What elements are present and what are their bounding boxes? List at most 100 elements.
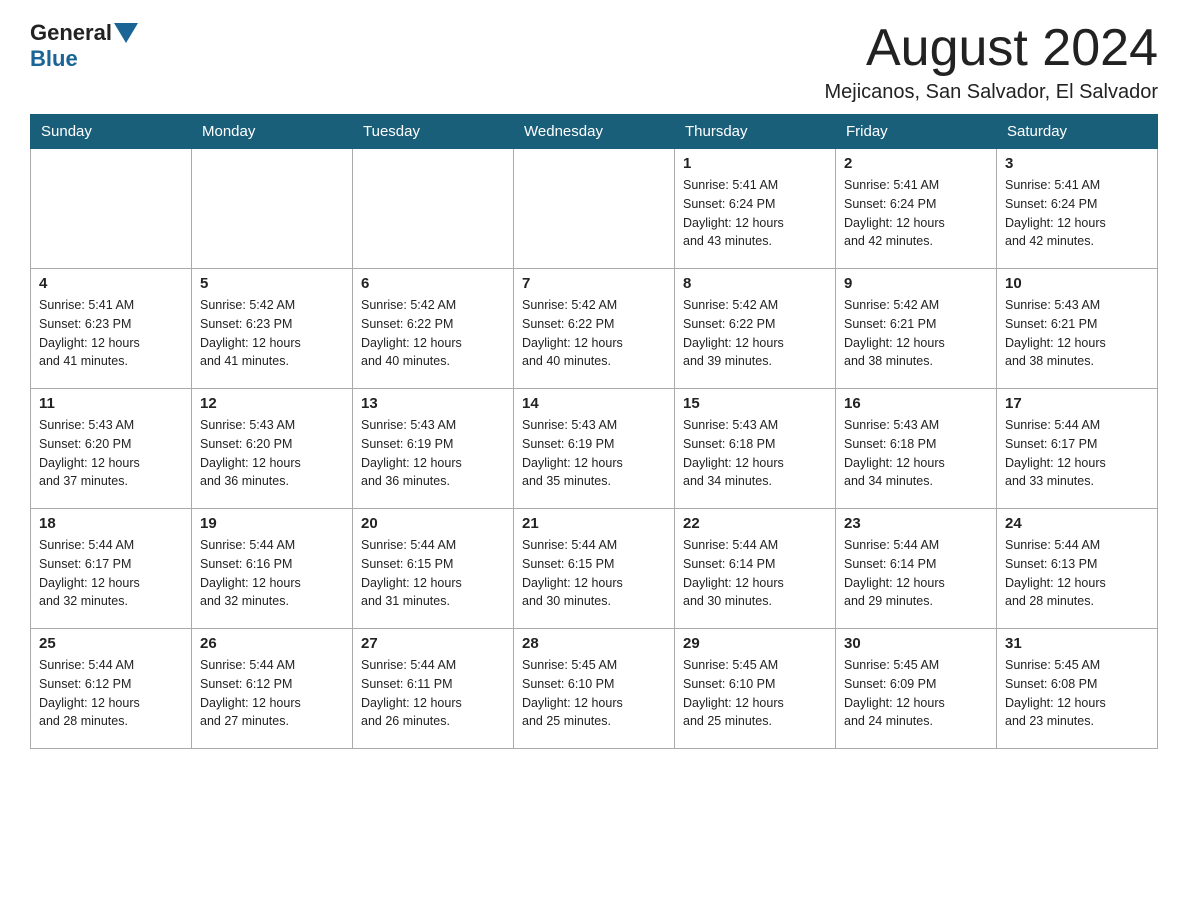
calendar-header-wednesday: Wednesday — [514, 115, 675, 149]
calendar-cell: 13 Sunrise: 5:43 AMSunset: 6:19 PMDayligh… — [353, 389, 514, 509]
day-info: Sunrise: 5:43 AMSunset: 6:18 PMDaylight:… — [844, 416, 988, 491]
calendar-cell: 16Sunrise: 5:43 AMSunset: 6:18 PMDayligh… — [836, 389, 997, 509]
calendar-cell: 26 Sunrise: 5:44 AMSunset: 6:12 PMDayligh… — [192, 629, 353, 749]
calendar-cell: 27 Sunrise: 5:44 AMSunset: 6:11 PMDayligh… — [353, 629, 514, 749]
calendar-cell: 3 Sunrise: 5:41 AMSunset: 6:24 PMDaylight… — [997, 149, 1158, 269]
day-number: 28 — [522, 635, 666, 652]
calendar-cell: 4 Sunrise: 5:41 AMSunset: 6:23 PMDaylight… — [31, 269, 192, 389]
day-info: Sunrise: 5:42 AMSunset: 6:23 PMDaylight:… — [200, 296, 344, 371]
page-subtitle: Mejicanos, San Salvador, El Salvador — [824, 81, 1158, 104]
day-number: 12 — [200, 395, 344, 412]
calendar-cell — [192, 149, 353, 269]
calendar-week-row: 25 Sunrise: 5:44 AMSunset: 6:12 PMDayligh… — [31, 629, 1158, 749]
day-number: 4 — [39, 275, 183, 292]
calendar-week-row: 11Sunrise: 5:43 AMSunset: 6:20 PMDayligh… — [31, 389, 1158, 509]
day-info: Sunrise: 5:43 AMSunset: 6:20 PMDaylight:… — [39, 416, 183, 491]
calendar-cell: 8Sunrise: 5:42 AMSunset: 6:22 PMDaylight… — [675, 269, 836, 389]
calendar-cell: 20Sunrise: 5:44 AMSunset: 6:15 PMDayligh… — [353, 509, 514, 629]
calendar-cell: 18 Sunrise: 5:44 AMSunset: 6:17 PMDayligh… — [31, 509, 192, 629]
calendar-header-monday: Monday — [192, 115, 353, 149]
calendar-header-friday: Friday — [836, 115, 997, 149]
calendar-header-saturday: Saturday — [997, 115, 1158, 149]
calendar-cell: 28 Sunrise: 5:45 AMSunset: 6:10 PMDayligh… — [514, 629, 675, 749]
calendar-cell: 12Sunrise: 5:43 AMSunset: 6:20 PMDayligh… — [192, 389, 353, 509]
calendar-week-row: 4 Sunrise: 5:41 AMSunset: 6:23 PMDaylight… — [31, 269, 1158, 389]
day-info: Sunrise: 5:41 AMSunset: 6:24 PMDaylight:… — [844, 176, 988, 251]
day-number: 26 — [200, 635, 344, 652]
day-info: Sunrise: 5:44 AMSunset: 6:17 PMDaylight:… — [1005, 416, 1149, 491]
day-number: 21 — [522, 515, 666, 532]
calendar-cell: 23 Sunrise: 5:44 AMSunset: 6:14 PMDayligh… — [836, 509, 997, 629]
day-info: Sunrise: 5:43 AMSunset: 6:21 PMDaylight:… — [1005, 296, 1149, 371]
day-number: 2 — [844, 155, 988, 172]
calendar-cell: 15 Sunrise: 5:43 AMSunset: 6:18 PMDayligh… — [675, 389, 836, 509]
calendar-cell: 21Sunrise: 5:44 AMSunset: 6:15 PMDayligh… — [514, 509, 675, 629]
page-header: General Blue August 2024 Mejicanos, San … — [30, 20, 1158, 104]
calendar-cell: 5Sunrise: 5:42 AMSunset: 6:23 PMDaylight… — [192, 269, 353, 389]
day-info: Sunrise: 5:44 AMSunset: 6:12 PMDaylight:… — [39, 656, 183, 731]
day-info: Sunrise: 5:44 AMSunset: 6:14 PMDaylight:… — [844, 536, 988, 611]
calendar-cell: 2 Sunrise: 5:41 AMSunset: 6:24 PMDaylight… — [836, 149, 997, 269]
calendar-header-thursday: Thursday — [675, 115, 836, 149]
day-info: Sunrise: 5:45 AMSunset: 6:08 PMDaylight:… — [1005, 656, 1149, 731]
calendar-cell — [353, 149, 514, 269]
calendar-cell: 29Sunrise: 5:45 AMSunset: 6:10 PMDayligh… — [675, 629, 836, 749]
calendar-cell: 19 Sunrise: 5:44 AMSunset: 6:16 PMDayligh… — [192, 509, 353, 629]
day-info: Sunrise: 5:44 AMSunset: 6:12 PMDaylight:… — [200, 656, 344, 731]
day-number: 1 — [683, 155, 827, 172]
day-info: Sunrise: 5:44 AMSunset: 6:11 PMDaylight:… — [361, 656, 505, 731]
day-number: 24 — [1005, 515, 1149, 532]
day-info: Sunrise: 5:43 AMSunset: 6:19 PMDaylight:… — [361, 416, 505, 491]
day-info: Sunrise: 5:43 AMSunset: 6:18 PMDaylight:… — [683, 416, 827, 491]
calendar-cell — [31, 149, 192, 269]
day-info: Sunrise: 5:44 AMSunset: 6:17 PMDaylight:… — [39, 536, 183, 611]
day-number: 17 — [1005, 395, 1149, 412]
day-number: 14 — [522, 395, 666, 412]
day-info: Sunrise: 5:45 AMSunset: 6:10 PMDaylight:… — [522, 656, 666, 731]
calendar-cell: 22 Sunrise: 5:44 AMSunset: 6:14 PMDayligh… — [675, 509, 836, 629]
calendar-cell: 30 Sunrise: 5:45 AMSunset: 6:09 PMDayligh… — [836, 629, 997, 749]
title-block: August 2024 Mejicanos, San Salvador, El … — [824, 20, 1158, 104]
day-number: 19 — [200, 515, 344, 532]
day-number: 22 — [683, 515, 827, 532]
day-number: 15 — [683, 395, 827, 412]
day-number: 23 — [844, 515, 988, 532]
calendar-cell: 31 Sunrise: 5:45 AMSunset: 6:08 PMDayligh… — [997, 629, 1158, 749]
day-number: 29 — [683, 635, 827, 652]
day-info: Sunrise: 5:41 AMSunset: 6:24 PMDaylight:… — [1005, 176, 1149, 251]
calendar-cell: 24Sunrise: 5:44 AMSunset: 6:13 PMDayligh… — [997, 509, 1158, 629]
calendar-cell: 1 Sunrise: 5:41 AMSunset: 6:24 PMDaylight… — [675, 149, 836, 269]
day-number: 7 — [522, 275, 666, 292]
day-number: 13 — [361, 395, 505, 412]
day-number: 31 — [1005, 635, 1149, 652]
calendar-cell: 9Sunrise: 5:42 AMSunset: 6:21 PMDaylight… — [836, 269, 997, 389]
day-number: 20 — [361, 515, 505, 532]
day-info: Sunrise: 5:44 AMSunset: 6:14 PMDaylight:… — [683, 536, 827, 611]
day-number: 27 — [361, 635, 505, 652]
day-number: 10 — [1005, 275, 1149, 292]
calendar-cell: 11Sunrise: 5:43 AMSunset: 6:20 PMDayligh… — [31, 389, 192, 509]
calendar-cell: 10 Sunrise: 5:43 AMSunset: 6:21 PMDayligh… — [997, 269, 1158, 389]
day-info: Sunrise: 5:41 AMSunset: 6:24 PMDaylight:… — [683, 176, 827, 251]
day-info: Sunrise: 5:42 AMSunset: 6:22 PMDaylight:… — [361, 296, 505, 371]
day-info: Sunrise: 5:45 AMSunset: 6:09 PMDaylight:… — [844, 656, 988, 731]
calendar-week-row: 1 Sunrise: 5:41 AMSunset: 6:24 PMDaylight… — [31, 149, 1158, 269]
day-number: 30 — [844, 635, 988, 652]
day-number: 3 — [1005, 155, 1149, 172]
calendar-cell: 14Sunrise: 5:43 AMSunset: 6:19 PMDayligh… — [514, 389, 675, 509]
calendar-cell: 25 Sunrise: 5:44 AMSunset: 6:12 PMDayligh… — [31, 629, 192, 749]
day-number: 8 — [683, 275, 827, 292]
calendar-header-row: SundayMondayTuesdayWednesdayThursdayFrid… — [31, 115, 1158, 149]
day-number: 25 — [39, 635, 183, 652]
day-info: Sunrise: 5:44 AMSunset: 6:16 PMDaylight:… — [200, 536, 344, 611]
day-info: Sunrise: 5:42 AMSunset: 6:22 PMDaylight:… — [522, 296, 666, 371]
day-info: Sunrise: 5:41 AMSunset: 6:23 PMDaylight:… — [39, 296, 183, 371]
calendar-cell: 6 Sunrise: 5:42 AMSunset: 6:22 PMDaylight… — [353, 269, 514, 389]
calendar-table: SundayMondayTuesdayWednesdayThursdayFrid… — [30, 114, 1158, 749]
calendar-header-sunday: Sunday — [31, 115, 192, 149]
day-number: 6 — [361, 275, 505, 292]
calendar-week-row: 18 Sunrise: 5:44 AMSunset: 6:17 PMDayligh… — [31, 509, 1158, 629]
logo-general-text: General — [30, 20, 112, 46]
calendar-cell: 17 Sunrise: 5:44 AMSunset: 6:17 PMDayligh… — [997, 389, 1158, 509]
day-number: 18 — [39, 515, 183, 532]
